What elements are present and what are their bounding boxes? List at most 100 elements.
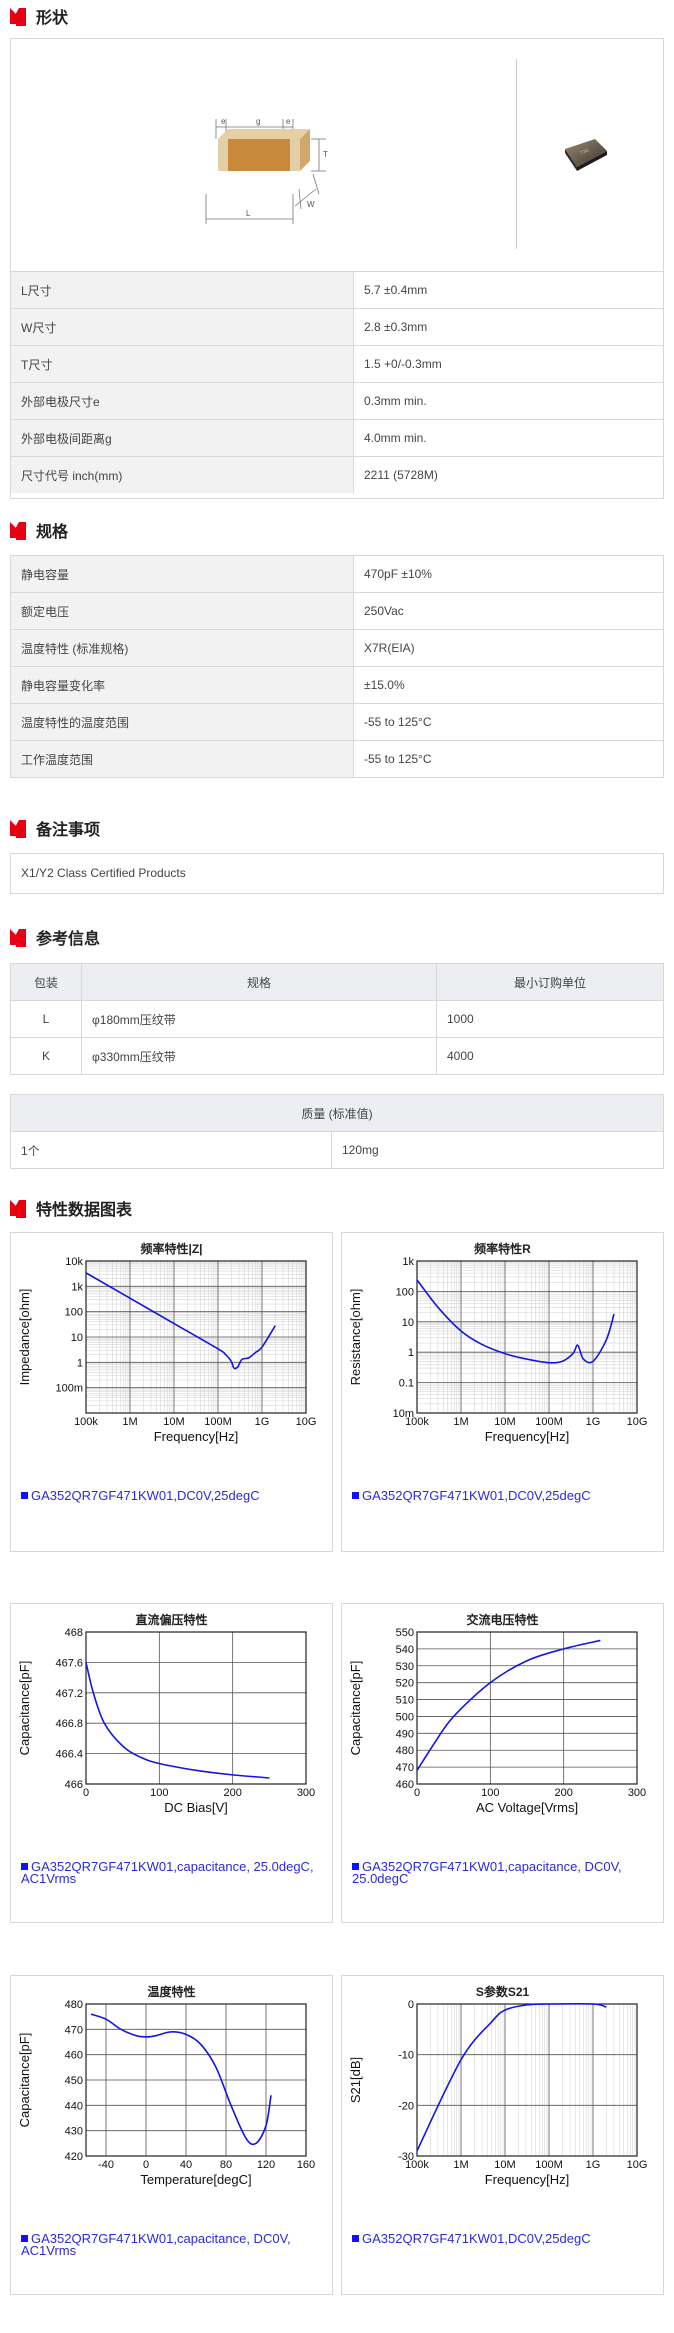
x-axis-label: DC Bias[V] [164,1800,228,1815]
section-title: 特性数据图表 [36,1202,133,1219]
y-tick-label: 466.4 [55,1749,83,1761]
series-line [85,1662,270,1779]
mass-box: 质量 (标准值) 1个 120mg [10,1094,664,1169]
x-tick-label: -40 [98,2159,114,2171]
section-marker-icon [10,818,26,838]
spec-row: 静电容量 470pF ±10% [11,556,663,593]
chip-dimension-diagram: e g e T W L [205,117,328,224]
series-line [416,2002,607,2152]
dimension-label: W尺寸 [11,308,354,346]
dimension-table-wrap: L尺寸 5.7 ±0.4mm W尺寸 2.8 ±0.3mm T尺寸 1.5 +0/-0.3… [11,271,663,493]
dimension-row: T尺寸 1.5 +0/-0.3mm [11,345,663,383]
dimension-row: 尺寸代号 inch(mm) 2211 (5728M) [11,456,663,493]
chart-title: 频率特性R [474,1241,531,1256]
chart-title: 直流偏压特性 [135,1612,207,1627]
y-tick-label: 10 [71,1332,83,1344]
spec-row: 工作温度范围 -55 to 125°C [11,740,663,777]
y-tick-label: 470 [396,1762,414,1774]
mass-header: 质量 (标准值) [11,1095,663,1132]
x-tick-label: 1M [122,1416,137,1428]
y-tick-label: 100 [65,1307,83,1319]
y-axis-label: Capacitance[pF] [348,1661,363,1756]
x-tick-label: 200 [554,1787,572,1799]
dimension-label: 外部电极间距离g [11,419,354,457]
dim-l: L [246,209,251,218]
dimension-label: L尺寸 [11,272,354,309]
spec-box: 静电容量 470pF ±10% 额定电压 250Vac 温度特性 (标准规格) X7R(E… [10,555,664,778]
dimension-label: 外部电极尺寸e [11,382,354,420]
x-tick-label: 200 [223,1787,241,1799]
legend-square-icon [352,1863,359,1870]
y-tick-label: 470 [65,2024,83,2036]
dimension-value: 4.0mm min. [353,419,663,457]
section-title: 形状 [36,10,69,27]
plot-frame [85,1631,307,1785]
legend-label: GA352QR7GF471KW01,DC0V,25degC [31,1488,260,1503]
chart-panel: 频率特性|Z| 100k 1M 10M 100M 1G 10G 10k 1k 100 10 1 100m… [10,1232,333,1552]
y-tick-label: 450 [65,2075,83,2087]
notes-text: X1/Y2 Class Certified Products [21,866,186,880]
chart-title: 交流电压特性 [466,1612,538,1627]
packaging-row: Lφ180mm压纹带 1000 [11,1000,663,1038]
spec-value: ±15.0% [353,666,663,704]
mass-table: 质量 (标准值) 1个 120mg [11,1095,663,1168]
chart-svg: 温度特性 -40 0 40 80 120 160 480 470 460 450 440 430 420 T… [17,1984,315,2187]
x-tick-label: 1G [586,1416,601,1428]
x-tick-label: 10M [163,1416,184,1428]
legend-label: GA352QR7GF471KW01,DC0V,25degC [362,1488,591,1503]
x-tick-label: 100k [74,1416,98,1428]
y-axis-label: Resistance[ohm] [348,1289,363,1386]
packaging-box: 包装 规格 最小订购单位 Lφ180mm压纹带 1000 Kφ330mm压纹带 400… [10,963,664,1075]
shape-box: e g e T W L 7.5C L尺寸 5.7 ±0.4mm W尺寸 2.8 ±0.… [10,38,664,499]
y-tick-label: 468 [65,1627,83,1639]
dimension-label: 尺寸代号 inch(mm) [11,456,354,493]
dimension-label: T尺寸 [11,345,354,383]
mass-value: 120mg [342,1143,379,1157]
dimension-row: W尺寸 2.8 ±0.3mm [11,308,663,346]
y-tick-label: 500 [396,1711,414,1723]
chart-svg: 频率特性|Z| 100k 1M 10M 100M 1G 10G 10k 1k 100 10 1 100m… [17,1241,316,1444]
y-tick-label: 510 [396,1695,414,1707]
y-tick-label: 10m [393,1408,414,1420]
legend-square-icon [21,2235,28,2242]
section-title: 参考信息 [36,931,101,948]
spec-value: 250Vac [353,592,663,630]
x-tick-label: 160 [297,2159,315,2171]
y-tick-label: -20 [398,2100,414,2112]
spec-row: 温度特性的温度范围 -55 to 125°C [11,703,663,741]
x-tick-label: 40 [180,2159,192,2171]
y-tick-label: 480 [396,1745,414,1757]
dimension-value: 1.5 +0/-0.3mm [353,345,663,383]
section-header-charts: 特性数据图表 [10,1196,132,1220]
y-tick-label: 1k [71,1281,83,1293]
y-tick-label: -30 [398,2151,414,2163]
chart-panel: 频率特性R 100k 1M 10M 100M 1G 10G 1k 100 10 1 0.1 10m Fre… [341,1232,664,1552]
y-tick-label: 440 [65,2100,83,2112]
x-tick-label: 10G [627,2159,648,2171]
dimension-value: 2.8 ±0.3mm [353,308,663,346]
x-tick-label: 100M [535,2159,563,2171]
section-header-notes: 备注事项 [10,816,100,840]
y-tick-label: 420 [65,2151,83,2163]
x-tick-label: 100 [481,1787,499,1799]
packaging-table: 包装 规格 最小订购单位 Lφ180mm压纹带 1000 Kφ330mm压纹带 400… [11,964,663,1074]
y-tick-label: 460 [65,2050,83,2062]
y-tick-label: 490 [396,1728,414,1740]
chart-legend: GA352QR7GF471KW01,DC0V,25degC [352,2232,657,2245]
y-tick-label: -10 [398,2050,414,2062]
y-tick-label: 466 [65,1779,83,1791]
chart-svg: 交流电压特性 0 100 200 300 550 540 530 520 510 500 490 480… [348,1612,646,1815]
spec-label: 工作温度范围 [11,740,354,777]
chart-panel: S参数S21 100k 1M 10M 100M 1G 10G 0 -10 -20 -30 Freque… [341,1975,664,2295]
y-axis-label: Capacitance[pF] [17,1661,32,1756]
y-tick-label: 520 [396,1678,414,1690]
dimension-row: L尺寸 5.7 ±0.4mm [11,272,663,309]
y-tick-label: 1 [408,1347,414,1359]
spec-label: 温度特性的温度范围 [11,703,354,741]
packaging-header-min-order: 最小订购单位 [436,964,663,1001]
y-tick-label: 540 [396,1644,414,1656]
spec-value: -55 to 125°C [353,703,663,741]
dim-e-left: e [221,117,226,126]
legend-label: GA352QR7GF471KW01,capacitance, 25.0degC,… [21,1859,314,1886]
x-tick-label: 300 [628,1787,646,1799]
